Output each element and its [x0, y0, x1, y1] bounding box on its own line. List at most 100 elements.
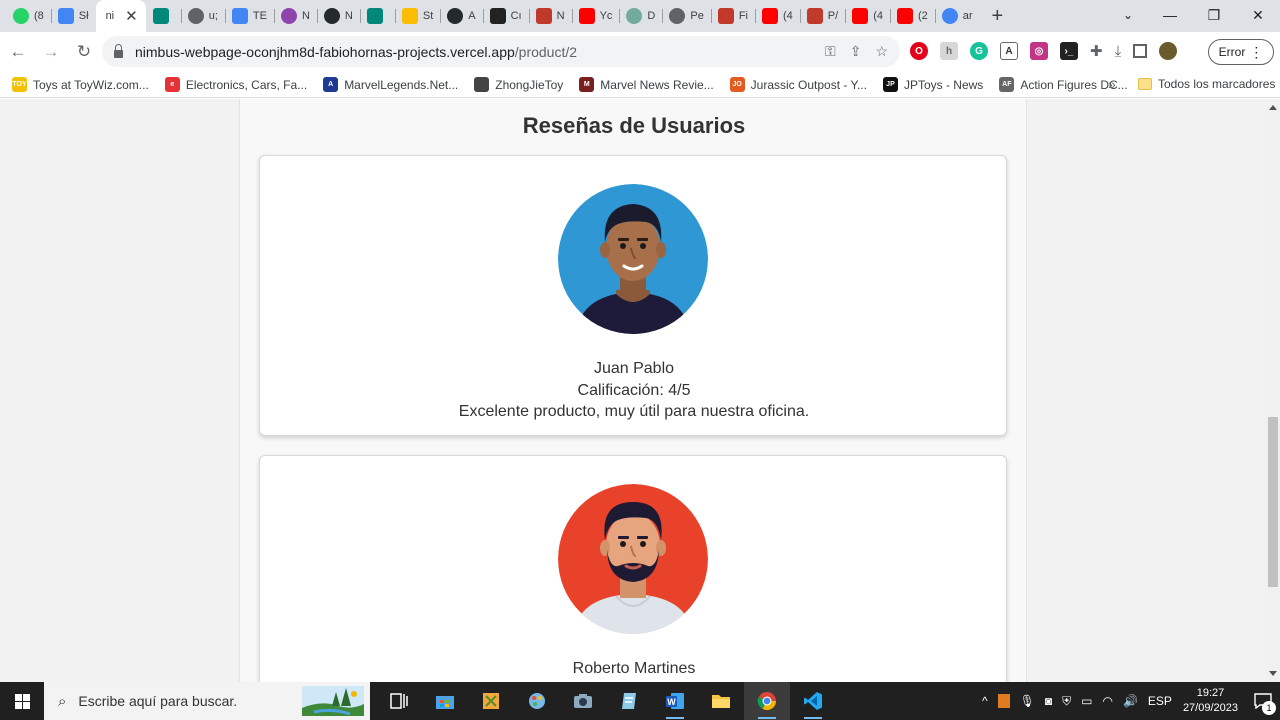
search-icon: ⌕	[58, 692, 67, 710]
word-icon[interactable]: W	[652, 682, 698, 720]
browser-tab[interactable]: P/	[799, 0, 845, 32]
address-bar[interactable]: nimbus-webpage-oconjhm8d-fabiohornas-pro…	[102, 36, 900, 67]
vscode-icon[interactable]	[790, 682, 836, 720]
bookmark-item[interactable]: JP JPToys - News	[882, 77, 983, 92]
all-bookmarks-button[interactable]: Todos los marcadores	[1138, 77, 1275, 91]
browser-tab[interactable]: A	[440, 0, 482, 32]
browser-tab[interactable]: Sł	[50, 0, 96, 32]
tab-title: D	[647, 10, 656, 22]
tab-active[interactable]: ni ✕	[95, 0, 146, 32]
url-text[interactable]: nimbus-webpage-oconjhm8d-fabiohornas-pro…	[135, 44, 577, 60]
url-host: nimbus-webpage-oconjhm8d-fabiohornas-pro…	[135, 43, 515, 60]
tab-title: N	[301, 10, 310, 22]
reload-button[interactable]: ↻	[69, 42, 99, 62]
browser-tab[interactable]: (4	[755, 0, 800, 32]
profile-error-button[interactable]: Error ⋮	[1208, 39, 1274, 65]
wifi-icon[interactable]: ◠	[1102, 694, 1112, 708]
github-icon	[323, 8, 340, 24]
clock-time: 19:27	[1196, 687, 1225, 699]
browser-tab[interactable]: St	[394, 0, 440, 32]
key-icon[interactable]: ⚿	[825, 43, 836, 60]
tab-search-icon[interactable]: ⌄	[1108, 0, 1148, 32]
microphone-icon[interactable]: 🎙	[1020, 694, 1035, 708]
browser-tab[interactable]	[146, 0, 181, 32]
notifications-button[interactable]: 1	[1246, 693, 1280, 715]
battery-icon[interactable]: ▭	[1081, 694, 1092, 708]
forward-button[interactable]: →	[36, 42, 66, 62]
file-explorer-icon[interactable]	[698, 682, 744, 720]
close-window-button[interactable]: ✕	[1236, 0, 1280, 32]
download-icon[interactable]: ⤓	[1115, 43, 1122, 60]
bookmarks-overflow-button[interactable]: »	[1108, 76, 1116, 92]
google-docs-icon	[231, 8, 248, 24]
translate-extension-icon[interactable]: A	[1000, 42, 1018, 60]
browser-tab[interactable]: N	[316, 0, 360, 32]
bookmark-item[interactable]: M Marvel News Revie...	[579, 77, 714, 92]
paint-icon[interactable]	[514, 682, 560, 720]
bookmark-item[interactable]: JO Jurassic Outpost - Y...	[729, 77, 867, 92]
tab-title: u;	[208, 10, 218, 22]
browser-tab[interactable]: Fi	[710, 0, 755, 32]
share-icon[interactable]: ⇪	[850, 43, 862, 60]
browser-tab[interactable]: N	[273, 0, 317, 32]
browser-tab[interactable]	[359, 0, 395, 32]
windows-taskbar: ⌕ Escribe aquí para buscar. W ^ 🎙 ◙ ⛨ ▭ …	[0, 682, 1280, 720]
side-panel-icon[interactable]	[1133, 44, 1148, 58]
bookmark-item[interactable]: A MarvelLegends.Net...	[323, 77, 458, 92]
tab-title: (8	[34, 10, 44, 22]
scroll-up-arrow[interactable]	[1269, 105, 1277, 110]
opera-extension-icon[interactable]: O	[910, 42, 928, 60]
task-view-icon[interactable]	[376, 682, 422, 720]
browser-tab[interactable]: ar	[934, 0, 980, 32]
browser-tab[interactable]: (4	[845, 0, 890, 32]
chrome-icon[interactable]	[744, 682, 790, 720]
terminal-extension-icon[interactable]: ›_	[1060, 42, 1078, 60]
start-button[interactable]	[0, 682, 44, 720]
instagram-extension-icon[interactable]: ◎	[1030, 42, 1048, 60]
browser-tab[interactable]: Cı	[482, 0, 529, 32]
security-icon[interactable]: ⛨	[1062, 694, 1071, 709]
browser-tab[interactable]: (2	[889, 0, 935, 32]
show-hidden-icons-chevron[interactable]: ^	[982, 694, 988, 708]
notepad-icon[interactable]	[606, 682, 652, 720]
tab-list: (8 Sł ni ✕ u; TE N N St A Cı N Yc D Pe Fi (4 P/ (4 (2 ar +	[0, 0, 1003, 32]
profile-avatar[interactable]	[1159, 42, 1178, 60]
volume-icon[interactable]: 🔊	[1123, 694, 1138, 708]
browser-tab[interactable]: Pe	[662, 0, 710, 32]
clock[interactable]: 19:27 27/09/2023	[1183, 686, 1238, 716]
language-indicator[interactable]: ESP	[1148, 694, 1172, 708]
snipping-tool-icon[interactable]	[468, 682, 514, 720]
extensions-puzzle-icon[interactable]: ✚	[1090, 42, 1103, 60]
camera-icon[interactable]	[560, 682, 606, 720]
taskbar-search-box[interactable]: ⌕ Escribe aquí para buscar.	[44, 682, 370, 720]
browser-tab[interactable]: (8	[6, 0, 51, 32]
bookmark-item[interactable]: ZhongJieToy	[474, 77, 563, 92]
extension-icon[interactable]: h	[940, 42, 958, 60]
grammarly-icon[interactable]: G	[970, 42, 988, 60]
more-menu-icon[interactable]: ⋮	[1249, 44, 1263, 61]
lock-icon[interactable]	[114, 43, 123, 58]
webcam-icon[interactable]: ◙	[1045, 694, 1052, 708]
page-scrollbar[interactable]	[1266, 99, 1280, 682]
restore-button[interactable]: ❐	[1192, 0, 1236, 32]
microsoft-store-icon[interactable]	[422, 682, 468, 720]
youtube-icon	[896, 8, 913, 24]
new-tab-button[interactable]: +	[992, 0, 1004, 32]
openai-icon	[626, 8, 643, 24]
browser-tab[interactable]: N	[528, 0, 572, 32]
app-tray-icon[interactable]	[997, 694, 1010, 708]
browser-tab[interactable]: TE	[224, 0, 274, 32]
scroll-down-arrow[interactable]	[1269, 671, 1277, 676]
scrollbar-thumb[interactable]	[1268, 417, 1278, 587]
browser-tab[interactable]: u;	[180, 0, 225, 32]
back-button[interactable]: ←	[3, 42, 33, 62]
close-tab-icon[interactable]: ✕	[125, 9, 138, 24]
browser-tab[interactable]: D	[619, 0, 662, 32]
browser-tab[interactable]: Yc	[571, 0, 620, 32]
minimize-button[interactable]: —	[1148, 0, 1192, 32]
bookmark-star-icon[interactable]: ☆	[875, 43, 888, 60]
bookmark-item[interactable]: e Electronics, Cars, Fa...	[164, 77, 307, 92]
bookmark-item[interactable]: TOY Toys at ToyWiz.com...	[12, 77, 149, 92]
jptoys-icon: JP	[882, 77, 898, 92]
review-comment: Excelente producto, muy útil para nuestr…	[458, 403, 810, 420]
